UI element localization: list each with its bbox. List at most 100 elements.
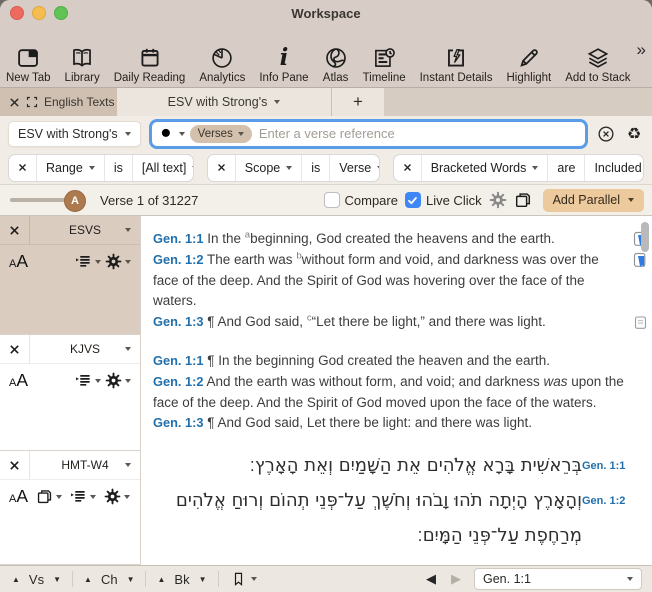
toolbar-item-library[interactable]: Library: [65, 44, 100, 84]
filter-group-range: Rangeis[All text]: [8, 154, 194, 182]
toolbar-item-instant-details[interactable]: Instant Details: [420, 44, 493, 84]
filter-value-dropdown[interactable]: [All text]: [132, 155, 194, 181]
live-click-label: Live Click: [426, 193, 482, 208]
module-selector-button[interactable]: ESV with Strong's: [8, 121, 141, 147]
stepper-vs: ▲ Vs ▼: [10, 572, 72, 587]
expand-tab-icon[interactable]: [26, 96, 38, 108]
history-forward-icon[interactable]: ▶: [451, 571, 461, 587]
compare-label: Compare: [345, 193, 398, 208]
current-reference-dropdown[interactable]: Gen. 1:1: [474, 568, 642, 590]
settings-caret-icon: [125, 379, 131, 383]
font-size-control[interactable]: AA: [9, 370, 28, 391]
clear-search-icon[interactable]: [596, 125, 616, 143]
step-down-icon[interactable]: ▼: [199, 575, 207, 584]
hebrew-verse-text: וְהָאָרֶץ הָיְתָה תֹהוּ וָבֹהוּ וְחֹשֶׁך…: [153, 483, 582, 553]
font-size-control[interactable]: AA: [9, 486, 28, 507]
filter-field-dropdown[interactable]: Bracketed Words: [421, 155, 548, 181]
close-pane-button[interactable]: [0, 451, 30, 479]
text-display-button[interactable]: [75, 372, 101, 389]
filter-field-dropdown[interactable]: Scope: [235, 155, 301, 181]
toolbar-item-timeline[interactable]: Timeline: [363, 44, 406, 84]
stepper-label: Bk: [174, 572, 189, 587]
tab-esv-with-strongs[interactable]: ESV with Strong's: [117, 88, 332, 116]
remove-filter-button[interactable]: [9, 155, 36, 181]
step-up-icon[interactable]: ▲: [157, 575, 165, 584]
toolbar-item-info-pane[interactable]: iInfo Pane: [259, 44, 308, 84]
toolbar-item-analytics[interactable]: Analytics: [199, 44, 245, 84]
pane-module-caret-icon: [125, 228, 131, 232]
recycle-search-icon[interactable]: ♻: [624, 126, 644, 142]
new-tab-icon: [15, 44, 41, 72]
toolbar-item-daily-reading[interactable]: Daily Reading: [114, 44, 186, 84]
stepper-label: Vs: [29, 572, 44, 587]
verse-slider-handle[interactable]: A: [64, 190, 86, 212]
settings-button[interactable]: [105, 253, 131, 270]
settings-button[interactable]: [105, 372, 131, 389]
verse-slider[interactable]: A: [8, 190, 86, 210]
cross-reference-marker[interactable]: b: [296, 250, 301, 261]
pane-module-name[interactable]: HMT-W4: [30, 458, 140, 472]
toolbar-item-atlas[interactable]: Atlas: [323, 44, 349, 84]
bookmark-caret-icon: [251, 577, 257, 581]
note-gray-icon[interactable]: [633, 314, 648, 331]
vertical-scrollbar[interactable]: [641, 222, 649, 252]
filter-value-dropdown[interactable]: Verse: [329, 155, 379, 181]
cross-reference-marker[interactable]: a: [245, 230, 250, 241]
bookmark-menu-button[interactable]: [219, 571, 269, 587]
pane-module-name[interactable]: ESVS: [30, 223, 140, 237]
verse-slider-track[interactable]: [10, 198, 70, 202]
filter-field-caret-icon: [532, 166, 538, 170]
step-up-icon[interactable]: ▲: [84, 575, 92, 584]
hebrew-text-section: Gen. 1:1בְּרֵאשִׁית בָּרָא אֱלֹהִים אֵת …: [141, 436, 652, 553]
verse-reference-input[interactable]: [257, 125, 578, 142]
pane-header: HMT-W4: [0, 451, 140, 480]
font-size-control[interactable]: AA: [9, 251, 28, 272]
text-display-button[interactable]: [70, 488, 96, 505]
step-down-icon[interactable]: ▼: [127, 575, 135, 584]
tab-dropdown-caret-icon[interactable]: [274, 100, 280, 104]
pane-controls-sidebar: ESVSAAKJVSAAHMT-W4AA: [0, 216, 141, 565]
toolbar-item-add-to-stack[interactable]: Add to Stack: [565, 44, 630, 84]
new-tab-plus-button[interactable]: +: [332, 88, 384, 116]
verses-token[interactable]: Verses: [190, 125, 252, 143]
pane-header: ESVS: [0, 216, 140, 245]
compare-checkbox[interactable]: [324, 192, 340, 208]
history-back-icon[interactable]: ◀: [426, 571, 436, 587]
remove-filter-button[interactable]: [208, 155, 235, 181]
cross-reference-marker[interactable]: c: [307, 313, 312, 324]
toolbar-item-label: Timeline: [363, 72, 406, 84]
note-blue-icon[interactable]: [633, 252, 648, 269]
verse-reference: Gen. 1:1: [582, 448, 638, 472]
bookmark-icon: [231, 571, 246, 587]
filter-value-dropdown[interactable]: Included: [584, 155, 644, 181]
toolbar-overflow-icon[interactable]: »: [637, 40, 644, 60]
tab-group-segment: English Texts: [0, 88, 117, 116]
pane-module-name[interactable]: KJVS: [30, 342, 140, 356]
history-navigation: ◀▶: [426, 571, 461, 587]
add-parallel-button[interactable]: Add Parallel: [543, 189, 644, 212]
text-display-button[interactable]: [75, 253, 101, 270]
settings-button[interactable]: [104, 488, 130, 505]
display-settings-gear-icon[interactable]: [489, 191, 507, 209]
timeline-icon: [371, 44, 397, 72]
close-pane-button[interactable]: [0, 216, 30, 244]
close-tab-group-icon[interactable]: [9, 97, 20, 108]
filter-value-caret-icon: [377, 166, 379, 170]
close-pane-button[interactable]: [0, 335, 30, 363]
add-parallel-caret-icon: [628, 198, 634, 202]
step-down-icon[interactable]: ▼: [53, 575, 61, 584]
search-mode-button[interactable]: [159, 126, 185, 142]
step-up-icon[interactable]: ▲: [12, 575, 20, 584]
pages-button[interactable]: [36, 488, 62, 505]
live-click-checkbox[interactable]: [405, 192, 421, 208]
filter-field-caret-icon: [89, 166, 95, 170]
toolbar-item-new-tab[interactable]: New Tab: [6, 44, 51, 84]
pane-kjvs: KJVSAA: [0, 335, 140, 451]
remove-filter-button[interactable]: [394, 155, 421, 181]
current-reference-caret-icon: [627, 577, 633, 581]
filter-field-dropdown[interactable]: Range: [36, 155, 104, 181]
daily-reading-icon: [137, 44, 163, 72]
search-field[interactable]: Verses: [149, 119, 588, 149]
duplicate-pane-icon[interactable]: [514, 191, 532, 209]
toolbar-item-highlight[interactable]: Highlight: [506, 44, 551, 84]
